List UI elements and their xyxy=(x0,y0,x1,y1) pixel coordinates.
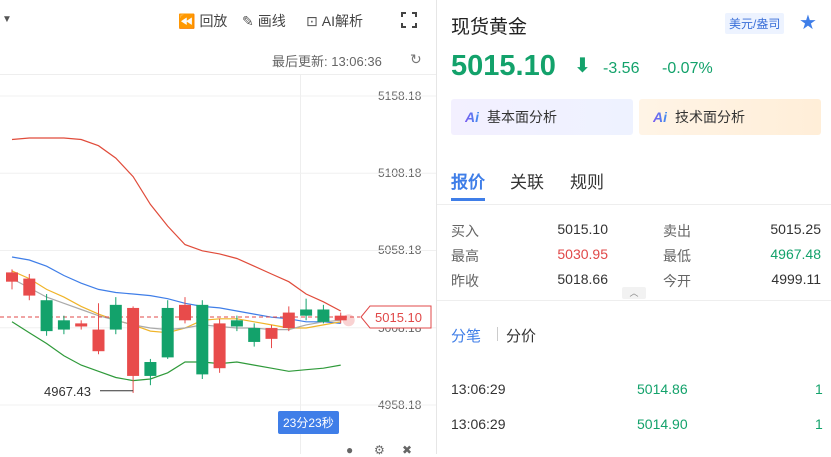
ai-icon: Ai xyxy=(653,109,667,125)
tab-price-levels[interactable]: 分价 xyxy=(506,325,536,346)
quote-value: 5015.10 xyxy=(557,221,608,237)
candle-body xyxy=(127,307,140,376)
price-change: -3.56 xyxy=(603,60,640,77)
candle-body xyxy=(179,304,191,321)
collapse-toggle[interactable]: ︿ xyxy=(622,287,646,299)
candle-body xyxy=(317,309,330,322)
tick-row: 13:06:29 5014.86 1 xyxy=(451,381,831,401)
current-price: 5015.10 xyxy=(451,50,556,82)
quote-value: 4967.48 xyxy=(770,246,821,262)
candle-body xyxy=(213,323,226,369)
close-icon[interactable]: ✖ xyxy=(402,443,412,457)
star-icon[interactable]: ★ xyxy=(799,10,817,35)
unit-switch[interactable]: 美元/盎司 xyxy=(725,13,785,34)
quote-value: 5018.66 xyxy=(557,271,608,287)
quote-value: 4999.11 xyxy=(771,271,821,287)
divider xyxy=(437,300,831,301)
tab-related[interactable]: 关联 xyxy=(510,168,544,193)
tick-price: 5014.90 xyxy=(637,416,688,432)
technical-analysis-label: 技术面分析 xyxy=(675,109,745,125)
candle-body xyxy=(92,329,105,352)
quote-panel: 现货黄金 美元/盎司 ★ 5015.10 ⬇ -3.56 -0.07% Ai 基… xyxy=(437,0,831,454)
candle-body xyxy=(57,320,70,330)
live-price-glow xyxy=(342,314,355,327)
quote-label: 今开 xyxy=(663,273,691,289)
tick-row: 13:06:29 5014.90 1 xyxy=(451,416,831,436)
candle-body xyxy=(40,300,53,332)
active-tab-indicator xyxy=(451,198,485,201)
divider xyxy=(497,327,498,341)
candle-body xyxy=(144,362,157,376)
candle-body xyxy=(265,328,278,339)
fundamental-analysis-button[interactable]: Ai 基本面分析 xyxy=(451,99,633,135)
gear-icon[interactable]: ⚙ xyxy=(374,443,385,457)
technical-analysis-button[interactable]: Ai 技术面分析 xyxy=(639,99,821,135)
price-change-percent: -0.07% xyxy=(662,60,713,77)
tick-price: 5014.86 xyxy=(637,381,688,397)
quote-label: 昨收 xyxy=(451,273,479,289)
candle-body xyxy=(6,272,18,282)
dot-icon[interactable]: ● xyxy=(346,443,353,457)
fundamental-analysis-label: 基本面分析 xyxy=(487,109,557,125)
quote-label: 卖出 xyxy=(663,223,691,239)
tick-volume: 1 xyxy=(815,416,823,432)
current-price-tag-text: 5015.10 xyxy=(375,310,422,325)
chart-panel: ▼ ⏪ 回放 ✎ 画线 ⊡ AI解析 最后更新: 13:06:36 ↻ 5158… xyxy=(0,0,437,457)
candle-body xyxy=(23,278,36,296)
tab-quote[interactable]: 报价 xyxy=(451,168,485,193)
quote-value: 5030.95 xyxy=(557,246,608,262)
tab-rules[interactable]: 规则 xyxy=(570,168,604,193)
low-price-label: 4967.43 xyxy=(44,384,91,399)
candle-body xyxy=(75,323,88,327)
ai-icon: Ai xyxy=(465,109,479,125)
quote-label: 买入 xyxy=(451,223,479,239)
candle-body xyxy=(248,328,261,342)
instrument-title: 现货黄金 xyxy=(451,17,528,38)
divider xyxy=(437,204,831,205)
arrow-down-icon: ⬇ xyxy=(574,55,591,77)
candle-body xyxy=(109,304,122,330)
quote-label: 最低 xyxy=(663,248,691,264)
tick-time: 13:06:29 xyxy=(451,416,506,432)
tick-time: 13:06:29 xyxy=(451,381,506,397)
candle-body xyxy=(196,304,209,375)
candle-body xyxy=(282,312,295,329)
candle-body xyxy=(230,320,243,327)
candle-body xyxy=(300,309,313,316)
tab-ticks[interactable]: 分笔 xyxy=(451,325,481,346)
candle-body xyxy=(161,307,174,358)
quote-label: 最高 xyxy=(451,248,479,264)
quote-value: 5015.25 xyxy=(770,221,821,237)
tick-volume: 1 xyxy=(815,381,823,397)
indicator-line xyxy=(11,137,341,312)
countdown-timer: 23分23秒 xyxy=(278,411,339,434)
